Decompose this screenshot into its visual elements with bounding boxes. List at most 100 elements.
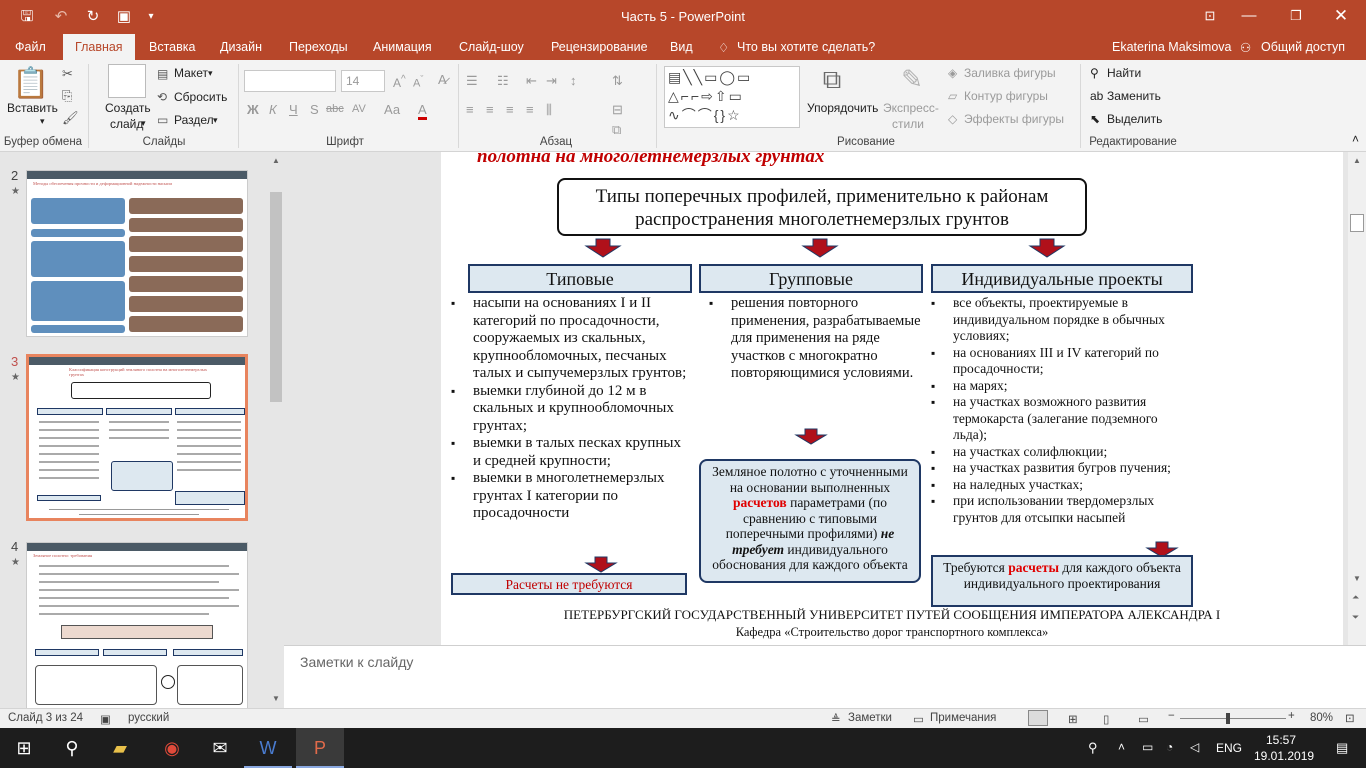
notes-button[interactable]: Заметки <box>848 712 892 724</box>
layout-button[interactable]: Макет <box>174 66 208 80</box>
notifications-icon[interactable]: ▤ <box>1336 740 1348 756</box>
layout-dropdown-icon[interactable]: ▾ <box>208 68 213 79</box>
text-direction-icon[interactable]: ⇅ <box>612 73 623 89</box>
shape-outline-button[interactable]: Контур фигуры <box>964 89 1048 103</box>
comments-button[interactable]: Примечания <box>930 712 996 724</box>
bold-button[interactable]: Ж <box>247 102 259 117</box>
maximize-icon[interactable]: ❐ <box>1273 0 1319 34</box>
word-icon[interactable]: W <box>244 728 292 768</box>
slide-canvas[interactable]: полотна на многолетнемерзлых грунтах Тип… <box>441 152 1343 645</box>
footer-department[interactable]: Кафедра «Строительство дорог транспортно… <box>441 625 1343 640</box>
slide-sorter-icon[interactable]: ⊞ <box>1068 712 1078 726</box>
zoom-out-icon[interactable]: − <box>1168 710 1175 722</box>
notes-placeholder[interactable]: Заметки к слайду <box>300 654 413 670</box>
zoom-level[interactable]: 80% <box>1310 712 1333 724</box>
change-case-button[interactable]: Аа <box>384 102 400 117</box>
zoom-slider-thumb[interactable] <box>1226 713 1230 724</box>
input-language[interactable]: ENG <box>1216 741 1242 755</box>
find-button[interactable]: Найти <box>1107 66 1141 80</box>
tab-home[interactable]: Главная <box>63 34 135 60</box>
tab-design[interactable]: Дизайн <box>220 40 262 54</box>
tab-file[interactable]: Файл <box>15 40 46 54</box>
file-explorer-icon[interactable]: ▰ <box>96 728 144 768</box>
individual-list[interactable]: все объекты, проектируемые в индивидуаль… <box>931 295 1195 526</box>
tab-view[interactable]: Вид <box>670 40 693 54</box>
share-button[interactable]: Общий доступ <box>1261 40 1345 54</box>
cut-icon[interactable]: ✂ <box>62 66 73 82</box>
scroll-down-icon[interactable]: ▼ <box>272 694 280 703</box>
windows-start-icon[interactable]: ⊞ <box>0 728 48 768</box>
footer-university[interactable]: ПЕТЕРБУРГСКИЙ ГОСУДАРСТВЕННЫЙ УНИВЕРСИТЕ… <box>441 607 1343 623</box>
decrease-indent-icon[interactable]: ⇤ <box>526 73 537 89</box>
clock-time[interactable]: 15:57 <box>1266 733 1296 747</box>
paste-dropdown-icon[interactable]: ▾ <box>40 116 45 127</box>
next-slide-icon[interactable]: ⏷ <box>1352 612 1359 623</box>
collapse-ribbon-icon[interactable]: ˄ <box>1352 132 1359 146</box>
reading-view-icon[interactable]: ▯ <box>1103 712 1109 726</box>
justify-icon[interactable]: ≡ <box>526 102 534 117</box>
tab-slideshow[interactable]: Слайд-шоу <box>459 40 524 54</box>
font-size-field[interactable]: 14 <box>341 70 385 92</box>
align-left-icon[interactable]: ≡ <box>466 102 474 117</box>
column-header-group[interactable]: Групповые <box>699 264 923 293</box>
scroll-up-icon[interactable]: ▲ <box>1353 156 1361 165</box>
zoom-in-icon[interactable]: + <box>1288 710 1295 722</box>
scroll-thumb[interactable] <box>1350 214 1364 232</box>
powerpoint-icon[interactable]: P <box>296 728 344 768</box>
layout-icon[interactable]: ▤ <box>157 67 168 81</box>
quick-styles-button-line2[interactable]: стили <box>892 117 924 131</box>
scroll-down-icon[interactable]: ▼ <box>1353 574 1361 583</box>
slide-scrollbar[interactable]: ▲ ▼ ⏶ ⏷ <box>1348 152 1366 645</box>
shape-fill-button[interactable]: Заливка фигуры <box>964 66 1056 80</box>
slideshow-icon[interactable]: ▭ <box>1138 712 1149 726</box>
slide-thumbnail-4[interactable]: Земляное полотно: требования <box>26 542 248 709</box>
tab-transitions[interactable]: Переходы <box>289 40 348 54</box>
close-icon[interactable]: ✕ <box>1318 0 1364 34</box>
shape-effects-button[interactable]: Эффекты фигуры <box>964 112 1064 126</box>
font-color-button[interactable]: А <box>418 102 427 120</box>
shapes-gallery[interactable]: ▤╲╲▭◯▭ △⌐⌐⇨⇧▭ ∿⌒⌒{}☆ <box>664 66 800 128</box>
effects-icon[interactable]: ◇ <box>948 112 957 126</box>
format-painter-icon[interactable]: 🖌 <box>62 110 79 126</box>
spellcheck-icon[interactable]: ▣ <box>100 712 111 726</box>
new-slide-button-line2[interactable]: слайд <box>110 117 143 131</box>
reset-button[interactable]: Сбросить <box>174 90 227 104</box>
tray-arrow-icon[interactable]: ˄ <box>1118 740 1125 754</box>
align-right-icon[interactable]: ≡ <box>506 102 514 117</box>
outline-icon[interactable]: ▱ <box>948 89 957 103</box>
notes-icon[interactable]: ≜ <box>831 712 841 726</box>
tab-animations[interactable]: Анимация <box>373 40 432 54</box>
scroll-thumb[interactable] <box>270 192 282 402</box>
align-text-icon[interactable]: ⊟ <box>612 102 623 118</box>
slide-thumbnail-3[interactable]: Классификация конструкций земляного поло… <box>26 354 248 521</box>
shrink-font-icon[interactable]: Aˇ <box>413 74 423 90</box>
fit-to-window-icon[interactable]: ⊡ <box>1345 711 1355 725</box>
columns-icon[interactable]: ⫼ <box>546 102 552 118</box>
clear-format-icon[interactable]: A̷ <box>438 72 447 87</box>
new-slide-button[interactable]: Создать <box>105 101 151 115</box>
chrome-icon[interactable]: ◉ <box>148 728 196 768</box>
column-header-typical[interactable]: Типовые <box>468 264 692 293</box>
mail-icon[interactable]: ✉ <box>196 728 244 768</box>
language-status[interactable]: русский <box>128 712 169 724</box>
tell-me-box[interactable]: Что вы хотите сделать? <box>737 40 875 54</box>
paste-button[interactable]: Вставить <box>7 101 58 115</box>
section-dropdown-icon[interactable]: ▾ <box>213 115 218 126</box>
paste-icon[interactable]: 📋 <box>12 66 50 104</box>
reset-icon[interactable]: ⟲ <box>157 90 167 104</box>
notes-pane[interactable]: Заметки к слайду <box>284 645 1366 708</box>
select-button[interactable]: Выделить <box>1107 112 1162 126</box>
network-icon[interactable]: ▭ <box>1142 740 1153 754</box>
note-group-calculations[interactable]: Земляное полотно с уточненными на основа… <box>699 459 921 583</box>
comments-icon[interactable]: ▭ <box>913 712 924 726</box>
quick-styles-button[interactable]: Экспресс- <box>883 101 939 115</box>
font-name-field[interactable] <box>244 70 336 92</box>
bullets-icon[interactable]: ☰ <box>466 73 478 89</box>
replace-button[interactable]: Заменить <box>1107 89 1161 103</box>
arrange-button[interactable]: Упорядочить <box>807 101 878 115</box>
copy-icon[interactable]: ⎘ <box>62 88 72 104</box>
new-slide-icon[interactable] <box>108 64 146 98</box>
note-individual-calculations[interactable]: Требуются расчеты для каждого объекта ин… <box>931 555 1193 607</box>
thumbnail-scrollbar[interactable]: ▲ ▼ <box>268 152 284 708</box>
previous-slide-icon[interactable]: ⏶ <box>1352 592 1359 603</box>
